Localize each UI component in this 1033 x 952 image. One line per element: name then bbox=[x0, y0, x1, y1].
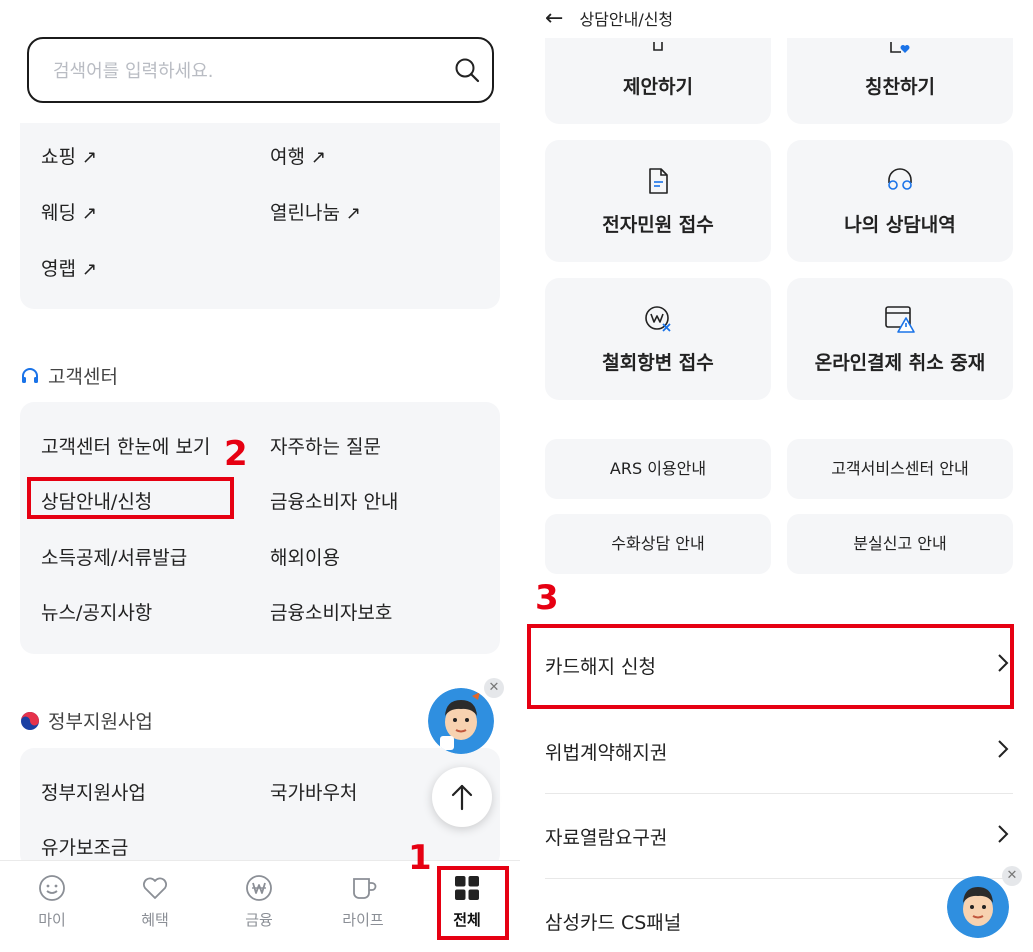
tile-e-petition[interactable]: 전자민원 접수 bbox=[545, 140, 771, 262]
link-label: 열린나눔 bbox=[270, 202, 340, 224]
scroll-top-button[interactable] bbox=[432, 767, 492, 827]
step-number-1: 1 bbox=[408, 838, 432, 878]
tile-withdraw[interactable]: 철회항변 접수 bbox=[545, 278, 771, 400]
menu-overview[interactable]: 고객센터 한눈에 보기 bbox=[41, 432, 210, 459]
close-icon[interactable]: ✕ bbox=[484, 678, 504, 698]
page-header: ← 상담안내/신청 bbox=[545, 0, 673, 36]
link-young-lab[interactable]: 영랩 ↗ bbox=[41, 254, 97, 281]
tile-label: 칭찬하기 bbox=[865, 76, 935, 98]
smile-icon bbox=[39, 875, 65, 901]
tile-label: 철회항변 접수 bbox=[602, 352, 714, 374]
tab-finance[interactable]: 금융 bbox=[224, 873, 294, 930]
tile-sign-language[interactable]: 수화상담 안내 bbox=[545, 514, 771, 574]
tab-benefit[interactable]: 혜택 bbox=[120, 873, 190, 930]
external-link-icon: ↗ bbox=[345, 203, 362, 224]
row-label: 삼성카드 CS패널 bbox=[545, 912, 682, 934]
tab-life[interactable]: 라이프 bbox=[328, 873, 398, 930]
cup-icon bbox=[353, 878, 377, 899]
highlight-box-step1 bbox=[437, 866, 509, 940]
left-screen: 쇼핑↗ 여행↗ 웨딩↗ 열린나눔↗ 영랩↗ 고객센터 고객센터 한눈에 보기 자… bbox=[0, 0, 520, 952]
close-icon[interactable]: ✕ bbox=[1002, 866, 1022, 886]
search-icon[interactable] bbox=[452, 55, 482, 85]
external-link-icon: ↗ bbox=[81, 147, 98, 168]
row-illegal-contract[interactable]: 위법계약해지권 bbox=[545, 710, 1013, 794]
section-title-label: 정부지원사업 bbox=[48, 711, 153, 733]
chatbot-avatar[interactable] bbox=[428, 688, 494, 754]
menu-overseas[interactable]: 해외이용 bbox=[270, 543, 340, 570]
won-cancel-icon bbox=[645, 306, 671, 332]
link-label: 영랩 bbox=[41, 258, 76, 280]
section-title-label: 고객센터 bbox=[48, 366, 118, 388]
menu-faq[interactable]: 자주하는 질문 bbox=[270, 432, 381, 459]
menu-tax[interactable]: 소득공제/서류발급 bbox=[41, 543, 187, 570]
link-wedding[interactable]: 웨딩 ↗ bbox=[41, 198, 97, 225]
tile-ars[interactable]: ARS 이용안내 bbox=[545, 439, 771, 499]
tile-label: 나의 상담내역 bbox=[844, 214, 956, 236]
card-warning-icon bbox=[885, 306, 915, 333]
heart-icon bbox=[143, 877, 167, 899]
tile-label: 전자민원 접수 bbox=[602, 214, 714, 236]
right-screen: ← 상담안내/신청 제안하기 칭찬하기 전자민원 접수 나의 상담내역 철회항변… bbox=[527, 0, 1033, 952]
tile-lost-report[interactable]: 분실신고 안내 bbox=[787, 514, 1013, 574]
menu-gov-support[interactable]: 정부지원사업 bbox=[41, 778, 146, 805]
menu-news[interactable]: 뉴스/공지사항 bbox=[41, 598, 152, 625]
tile-service-center[interactable]: 고객서비스센터 안내 bbox=[787, 439, 1013, 499]
heart-chat-icon bbox=[890, 42, 910, 53]
won-coin-icon bbox=[246, 875, 272, 901]
search-bar[interactable] bbox=[27, 37, 494, 103]
tile-my-history[interactable]: 나의 상담내역 bbox=[787, 140, 1013, 262]
file-icon bbox=[649, 168, 668, 194]
tab-label: 마이 bbox=[38, 911, 66, 929]
link-label: 웨딩 bbox=[41, 202, 76, 224]
row-label: 위법계약해지권 bbox=[545, 742, 668, 764]
link-travel[interactable]: 여행 ↗ bbox=[270, 142, 326, 169]
step-number-3: 3 bbox=[535, 578, 559, 618]
menu-consumer-guide[interactable]: 금융소비자 안내 bbox=[270, 487, 398, 514]
highlight-box-step3 bbox=[527, 624, 1014, 709]
link-label: 쇼핑 bbox=[41, 146, 76, 168]
section-gov-support: 정부지원사업 bbox=[20, 707, 153, 734]
row-label: 자료열람요구권 bbox=[545, 827, 668, 849]
page-title: 상담안내/신청 bbox=[579, 10, 674, 29]
menu-voucher[interactable]: 국가바우처 bbox=[270, 778, 357, 805]
highlight-box-step2 bbox=[27, 477, 234, 519]
headset-icon bbox=[22, 367, 38, 383]
chatbot-avatar[interactable] bbox=[947, 876, 1009, 938]
tile-praise[interactable]: 칭찬하기 bbox=[787, 38, 1013, 124]
mascot-icon bbox=[947, 876, 1009, 938]
external-link-icon: ↗ bbox=[310, 147, 327, 168]
tab-label: 라이프 bbox=[342, 911, 384, 929]
row-data-request[interactable]: 자료열람요구권 bbox=[545, 795, 1013, 879]
tile-online-cancel[interactable]: 온라인결제 취소 중재 bbox=[787, 278, 1013, 400]
tile-suggest[interactable]: 제안하기 bbox=[545, 38, 771, 124]
tile-label: 온라인결제 취소 중재 bbox=[814, 352, 986, 374]
link-label: 여행 bbox=[270, 146, 305, 168]
step-number-2: 2 bbox=[224, 434, 248, 474]
tab-label: 혜택 bbox=[141, 911, 169, 929]
chevron-right-icon bbox=[998, 825, 1009, 843]
chevron-right-icon bbox=[998, 740, 1009, 758]
row-cs-panel[interactable]: 삼성카드 CS패널 bbox=[545, 880, 1013, 952]
menu-fuel[interactable]: 유가보조금 bbox=[41, 833, 128, 860]
document-icon bbox=[653, 42, 663, 51]
menu-consumer-protect[interactable]: 금융소비자보호 bbox=[270, 598, 392, 625]
tab-my[interactable]: 마이 bbox=[17, 873, 87, 930]
arrow-up-icon bbox=[451, 784, 473, 811]
link-shopping[interactable]: 쇼핑 ↗ bbox=[41, 142, 97, 169]
headset-icon bbox=[888, 168, 912, 190]
tile-label: 제안하기 bbox=[623, 76, 693, 98]
search-input[interactable] bbox=[53, 56, 433, 86]
korea-flag-icon bbox=[21, 711, 39, 730]
section-customer-center: 고객센터 bbox=[20, 362, 118, 389]
back-arrow-icon[interactable]: ← bbox=[545, 6, 563, 31]
mascot-icon bbox=[428, 688, 494, 754]
external-link-icon: ↗ bbox=[81, 259, 98, 280]
external-link-icon: ↗ bbox=[81, 203, 98, 224]
tab-label: 금융 bbox=[245, 911, 273, 929]
link-open-sharing[interactable]: 열린나눔 ↗ bbox=[270, 198, 361, 225]
